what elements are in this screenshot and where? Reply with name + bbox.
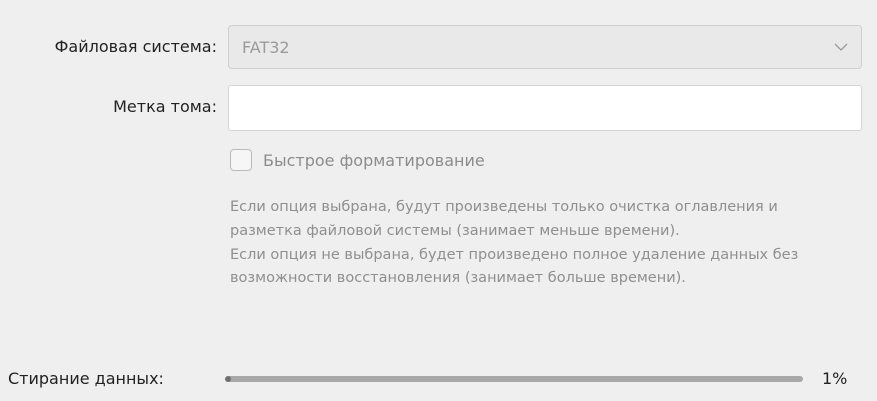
help-paragraph-not-selected: Если опция не выбрана, будет произведено… bbox=[230, 246, 799, 287]
quick-format-option[interactable]: Быстрое форматирование bbox=[230, 147, 485, 173]
help-paragraph-selected: Если опция выбрана, будут произведены то… bbox=[230, 199, 778, 239]
volume-label-label: Метка тома: bbox=[113, 97, 217, 116]
erase-label: Стирание данных: bbox=[8, 369, 164, 388]
filesystem-select[interactable]: FAT32 bbox=[228, 25, 862, 69]
quick-format-help: Если опция выбрана, будут произведены то… bbox=[230, 196, 850, 291]
filesystem-select-value: FAT32 bbox=[242, 38, 290, 57]
volume-label-input[interactable] bbox=[228, 85, 862, 131]
erase-progress-bar bbox=[225, 376, 803, 382]
quick-format-checkbox[interactable] bbox=[230, 149, 252, 171]
erase-progress-fill bbox=[225, 376, 231, 382]
chevron-down-icon bbox=[834, 43, 848, 51]
filesystem-label: Файловая система: bbox=[54, 37, 217, 56]
quick-format-label: Быстрое форматирование bbox=[263, 150, 485, 170]
erase-progress-value: 1% bbox=[822, 369, 848, 388]
